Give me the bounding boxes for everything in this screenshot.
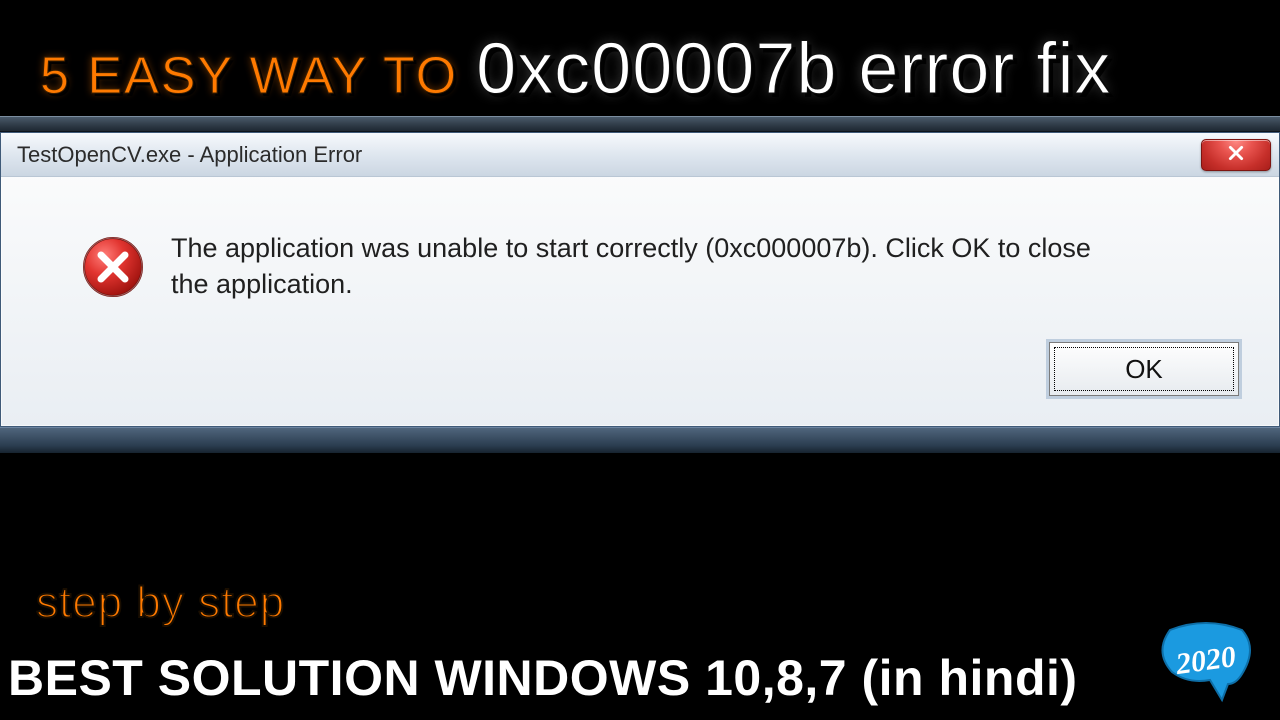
year-badge: 2020 <box>1158 622 1254 704</box>
step-caption: step by step <box>36 578 285 628</box>
dialog-body: The application was unable to start corr… <box>1 177 1279 342</box>
dialog-button-row: OK <box>1 342 1279 426</box>
error-icon <box>81 235 145 299</box>
dialog-message: The application was unable to start corr… <box>171 231 1111 302</box>
dialog-titlebar: TestOpenCV.exe - Application Error <box>1 133 1279 177</box>
close-icon <box>1227 142 1245 168</box>
dialog-title: TestOpenCV.exe - Application Error <box>17 142 1201 168</box>
headline-lead: 5 EASY WAY TO <box>40 46 458 106</box>
thumbnail-headline: 5 EASY WAY TO 0xc00007b error fix <box>40 28 1260 110</box>
window-frame-top <box>0 116 1280 132</box>
footer-text: BEST SOLUTION WINDOWS 10,8,7 (in hindi) <box>8 649 1078 707</box>
close-button[interactable] <box>1201 139 1271 171</box>
footer-bar: BEST SOLUTION WINDOWS 10,8,7 (in hindi) <box>0 636 1280 720</box>
ok-button[interactable]: OK <box>1049 342 1239 396</box>
error-dialog: TestOpenCV.exe - Application Error <box>0 132 1280 427</box>
window-frame-bottom <box>0 427 1280 453</box>
headline-main: 0xc00007b error fix <box>476 28 1111 110</box>
